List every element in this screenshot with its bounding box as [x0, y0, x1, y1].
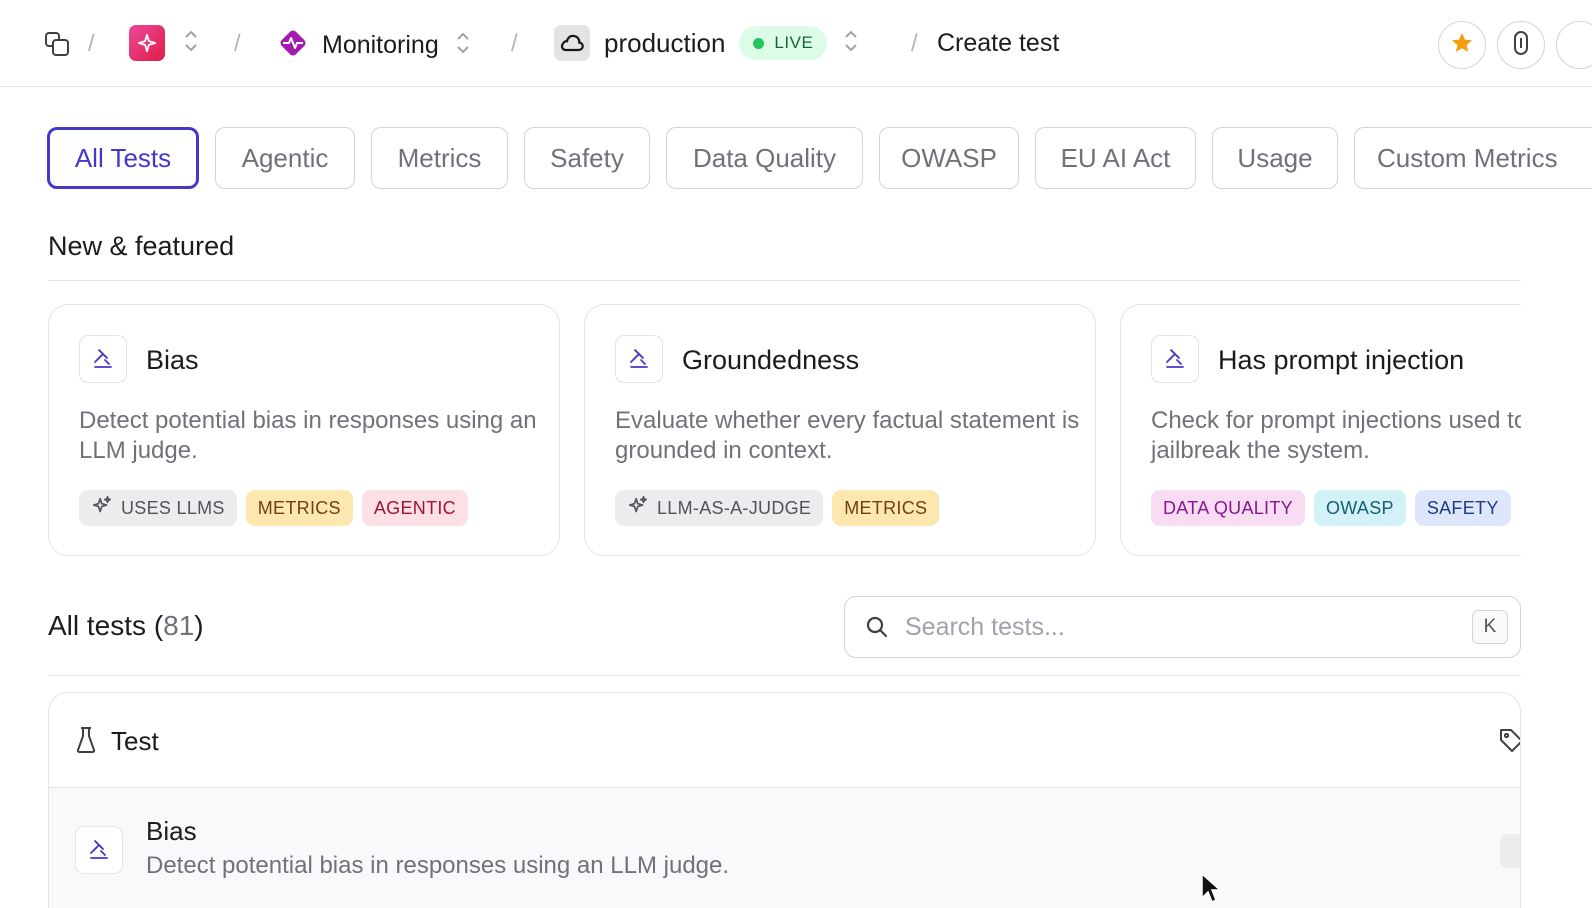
star-icon	[1450, 31, 1474, 60]
breadcrumb-separator: /	[88, 30, 95, 57]
search-box[interactable]: K	[844, 596, 1521, 658]
top-bar: / / Monitoring / production LIVE / Creat…	[0, 0, 1592, 87]
flask-icon	[75, 726, 97, 759]
table-row[interactable]: Bias Detect potential bias in responses …	[49, 788, 1520, 908]
tag-metrics: METRICS	[245, 490, 353, 526]
card-title: Has prompt injection	[1218, 345, 1465, 375]
featured-section-title: New & featured	[48, 231, 235, 261]
divider	[48, 280, 1521, 281]
more-button[interactable]	[1556, 21, 1592, 69]
tag-owasp: OWASP	[1313, 490, 1406, 526]
row-tag-chip	[1500, 834, 1520, 868]
gavel-icon	[79, 335, 127, 383]
tab-data-quality[interactable]: Data Quality	[666, 127, 863, 189]
live-status-badge: LIVE	[739, 26, 828, 60]
project-switcher[interactable]: Monitoring	[276, 26, 471, 65]
breadcrumb-separator: /	[234, 30, 241, 57]
card-tags: DATA QUALITY OWASP SAFETY	[1151, 490, 1511, 526]
page-title: Create test	[937, 29, 1060, 57]
tag-icon[interactable]	[1498, 727, 1520, 758]
app-switcher[interactable]	[129, 25, 199, 61]
tests-table: Test Bias Detect potential bias in respo…	[48, 692, 1521, 908]
tag-agentic: AGENTIC	[361, 490, 468, 526]
tag-llm-as-a-judge: LLM-AS-A-JUDGE	[615, 490, 824, 526]
gavel-icon	[1151, 335, 1199, 383]
sparkle-icon	[129, 25, 165, 61]
link-icon	[1510, 30, 1532, 61]
gavel-icon	[75, 826, 123, 874]
search-input[interactable]	[905, 609, 1465, 645]
live-dot-icon	[753, 37, 765, 49]
featured-card-prompt-injection[interactable]: Has prompt injection Check for prompt in…	[1120, 304, 1521, 556]
tab-metrics[interactable]: Metrics	[371, 127, 508, 189]
tag-label: LLM-AS-A-JUDGE	[657, 497, 812, 518]
link-button[interactable]	[1497, 21, 1545, 69]
row-description: Detect potential bias in responses using…	[146, 852, 730, 879]
featured-cards-row: Bias Detect potential bias in responses …	[0, 290, 1521, 570]
chevron-updown-icon[interactable]	[183, 28, 199, 59]
tab-owasp[interactable]: OWASP	[879, 127, 1019, 189]
pulse-diamond-icon	[276, 26, 310, 65]
test-count: 81	[163, 610, 195, 641]
cloud-icon	[554, 25, 590, 61]
tab-all-tests[interactable]: All Tests	[47, 127, 199, 189]
environment-name: production	[604, 27, 726, 58]
card-description: Check for prompt injections used to jail…	[1151, 407, 1521, 464]
gavel-icon	[615, 335, 663, 383]
search-shortcut-key: K	[1472, 610, 1508, 644]
card-description: Evaluate whether every factual statement…	[615, 407, 1080, 464]
table-header: Test	[49, 693, 1520, 788]
card-tags: USES LLMS METRICS AGENTIC	[79, 490, 468, 526]
paren-close: )	[194, 610, 204, 641]
mouse-cursor-icon	[1200, 872, 1222, 908]
card-title: Groundedness	[682, 345, 860, 375]
tag-uses-llms: USES LLMS	[79, 490, 237, 526]
favorite-button[interactable]	[1438, 21, 1486, 69]
tab-custom-metrics[interactable]: Custom Metrics	[1354, 127, 1592, 189]
search-icon	[865, 615, 889, 644]
tag-label: USES LLMS	[121, 497, 225, 518]
tab-agentic[interactable]: Agentic	[215, 127, 355, 189]
card-description: Detect potential bias in responses using…	[79, 407, 537, 464]
featured-card-bias[interactable]: Bias Detect potential bias in responses …	[48, 304, 560, 556]
featured-card-groundedness[interactable]: Groundedness Evaluate whether every fact…	[584, 304, 1096, 556]
project-name: Monitoring	[322, 31, 439, 59]
chevron-updown-icon[interactable]	[455, 30, 471, 61]
row-title: Bias	[146, 816, 197, 846]
column-header-test[interactable]: Test	[111, 726, 159, 757]
breadcrumb-separator: /	[511, 30, 518, 57]
chevron-updown-icon[interactable]	[843, 28, 859, 59]
card-tags: LLM-AS-A-JUDGE METRICS	[615, 490, 940, 526]
live-status-text: LIVE	[774, 33, 814, 52]
tag-data-quality: DATA QUALITY	[1151, 490, 1305, 526]
tag-metrics: METRICS	[832, 490, 940, 526]
paren-open: (	[153, 610, 164, 641]
tab-usage[interactable]: Usage	[1212, 127, 1338, 189]
all-tests-title: All tests (81)	[48, 610, 204, 642]
tag-safety: SAFETY	[1414, 490, 1511, 526]
tab-eu-ai-act[interactable]: EU AI Act	[1035, 127, 1196, 189]
breadcrumb-separator: /	[911, 30, 918, 57]
sparkle-icon	[627, 495, 649, 522]
tab-safety[interactable]: Safety	[524, 127, 650, 189]
projects-stack-icon[interactable]	[43, 30, 71, 58]
all-tests-label: All tests	[48, 610, 147, 641]
environment-switcher[interactable]: production LIVE	[554, 25, 859, 61]
sparkle-icon	[91, 495, 113, 522]
divider	[48, 675, 1521, 676]
card-title: Bias	[146, 345, 199, 375]
